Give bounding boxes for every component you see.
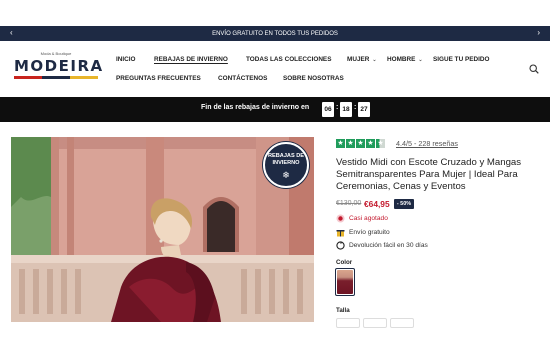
nav-rebajas[interactable]: REBAJAS DE INVIERNO — [154, 56, 228, 63]
returns-text: Devolución fácil en 30 días — [349, 242, 428, 249]
star-icon: ★ — [346, 139, 355, 148]
snowflake-icon: ❄ — [282, 170, 290, 180]
color-swatch-selected[interactable] — [335, 268, 355, 296]
product-title: Vestido Midi con Escote Cruzado y Mangas… — [336, 157, 522, 192]
badge-line2: INVIERNO — [272, 160, 300, 166]
color-label: Color — [336, 259, 353, 266]
badge-line1: REBAJAS DE — [267, 153, 305, 159]
brand-name: MODEIRA — [14, 57, 104, 75]
countdown-hours: 06 — [322, 102, 334, 117]
nav-mujer-label: MUJER — [347, 56, 370, 63]
search-icon[interactable] — [529, 64, 539, 74]
sale-price: €64,95 — [364, 199, 390, 209]
original-price: €130,00 — [336, 200, 362, 207]
countdown-minutes: 18 — [340, 102, 352, 117]
chevron-down-icon: ⌄ — [418, 57, 423, 63]
nav-colecciones[interactable]: TODAS LAS COLECCIONES — [246, 56, 331, 63]
size-option[interactable] — [363, 318, 387, 328]
stock-dot-icon — [336, 214, 345, 223]
star-rating[interactable]: ★ ★ ★ ★ ★ — [336, 139, 388, 149]
logo-stripe-navy — [42, 76, 70, 79]
size-label: Talla — [336, 307, 350, 314]
stock-status: Casi agotado — [349, 215, 388, 222]
rating-summary-link[interactable]: 4.4/5 - 228 reseñas — [396, 139, 458, 148]
winter-sale-badge: REBAJAS DE INVIERNO ❄ — [263, 142, 309, 188]
size-option[interactable] — [390, 318, 414, 328]
chevron-left-icon[interactable]: ‹ — [10, 28, 13, 37]
nav-sigue-pedido[interactable]: SIGUE TU PEDIDO — [433, 56, 489, 63]
badge-text: REBAJAS DE INVIERNO — [265, 153, 307, 167]
nav-contactenos[interactable]: CONTÁCTENOS — [218, 75, 267, 82]
countdown-separator: : — [336, 104, 339, 111]
nav-mujer[interactable]: MUJER ⌄ — [347, 56, 377, 63]
size-option[interactable] — [336, 318, 360, 328]
star-icon: ★ — [336, 139, 345, 148]
brand-tagline: Moda & Boutique — [40, 51, 72, 56]
nav-hombre[interactable]: HOMBRE ⌄ — [387, 56, 423, 63]
announcement-bar: ‹ ENVÍO GRATUITO EN TODOS TUS PEDIDOS › — [0, 26, 550, 41]
countdown-label: Fin de las rebajas de invierno en — [201, 104, 310, 111]
star-icon: ★ — [366, 139, 375, 148]
swatch-image — [337, 270, 353, 294]
chevron-down-icon: ⌄ — [372, 57, 377, 63]
logo-stripe-red — [14, 76, 42, 79]
nav-preguntas[interactable]: PREGUNTAS FRECUENTES — [116, 75, 201, 82]
gift-icon — [336, 230, 345, 237]
nav-hombre-label: HOMBRE — [387, 56, 416, 63]
countdown-separator: : — [354, 104, 357, 111]
brand-logo[interactable]: Moda & Boutique MODEIRA — [14, 51, 104, 87]
star-icon: ★ — [376, 139, 385, 148]
chevron-right-icon[interactable]: › — [537, 28, 540, 37]
announcement-text: ENVÍO GRATUITO EN TODOS TUS PEDIDOS — [212, 30, 338, 37]
logo-stripe-yellow — [70, 76, 98, 79]
nav-sobre-nosotras[interactable]: SOBRE NOSOTRAS — [283, 75, 344, 82]
countdown-bar: Fin de las rebajas de invierno en 06 : 1… — [0, 97, 550, 122]
nav-inicio[interactable]: INICIO — [116, 56, 136, 63]
shipping-text: Envío gratuito — [349, 229, 390, 236]
site-header: Moda & Boutique MODEIRA — [0, 41, 550, 97]
discount-badge: - 50% — [394, 199, 414, 209]
star-icon: ★ — [356, 139, 365, 148]
countdown-seconds: 27 — [358, 102, 370, 117]
return-icon — [336, 241, 345, 250]
